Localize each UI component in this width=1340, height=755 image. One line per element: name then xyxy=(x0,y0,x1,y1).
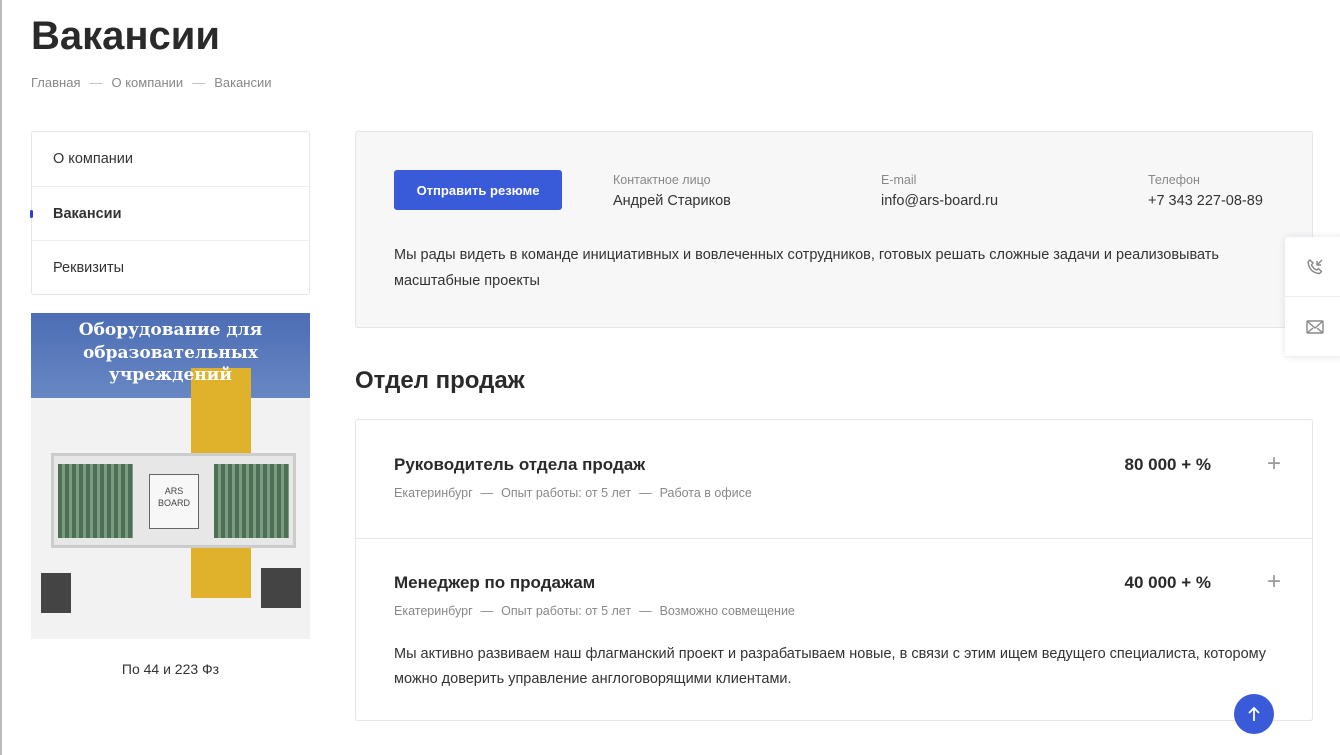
vacancy-item[interactable]: Менеджер по продажам 40 000 + % + Екатер… xyxy=(356,538,1312,720)
sidebar-item-requisites[interactable]: Реквизиты xyxy=(32,240,309,294)
contact-phone: Телефон +7 343 227-08-89 xyxy=(1148,173,1263,209)
breadcrumb-home[interactable]: Главная xyxy=(31,75,80,90)
window xyxy=(41,573,71,613)
phone-label: Телефон xyxy=(1148,173,1200,187)
board-logo: ARS BOARD xyxy=(149,474,199,529)
callback-phone-icon[interactable] xyxy=(1285,237,1340,297)
breadcrumb: Главная — О компании — Вакансии xyxy=(31,75,272,90)
sidebar-item-vacancies[interactable]: Вакансии xyxy=(30,186,309,240)
breadcrumb-current: Вакансии xyxy=(214,75,272,90)
vacancy-meta: Екатеринбург — Опыт работы: от 5 лет — Работ… xyxy=(394,486,752,500)
window xyxy=(261,568,301,608)
email-label: E-mail xyxy=(881,173,917,187)
banner-caption: По 44 и 223 Фз xyxy=(121,661,220,677)
sidebar-item-company[interactable]: О компании xyxy=(32,132,309,186)
contact-label: Контактное лицо xyxy=(613,173,711,187)
promo-banner[interactable]: Оборудование для образовательных учрежде… xyxy=(31,313,310,639)
sidebar-menu: О компании Вакансии Реквизиты xyxy=(30,131,310,295)
expand-plus-icon[interactable]: + xyxy=(1267,568,1281,596)
scroll-to-top-button[interactable] xyxy=(1234,694,1274,734)
email-link[interactable]: info@ars-board.ru xyxy=(881,193,998,209)
vacancy-meta: Екатеринбург — Опыт работы: от 5 лет — Возмо… xyxy=(394,604,795,618)
vacancy-title[interactable]: Руководитель отдела продаж xyxy=(394,455,645,475)
vacancy-title[interactable]: Менеджер по продажам xyxy=(394,573,595,593)
vacancy-item[interactable]: Руководитель отдела продаж 80 000 + % + … xyxy=(356,420,1312,539)
vacancy-salary: 40 000 + % xyxy=(1124,573,1212,592)
banner-title: Оборудование для образовательных учрежде… xyxy=(78,320,263,385)
breadcrumb-company[interactable]: О компании xyxy=(111,75,183,90)
intro-text: Мы рады видеть в команде инициативных и … xyxy=(394,247,1219,289)
arrow-up-icon xyxy=(1248,706,1260,721)
vacancy-list: Руководитель отдела продаж 80 000 + % + … xyxy=(355,419,1313,721)
vacancy-salary: 80 000 + % xyxy=(1124,455,1212,474)
phone-link[interactable]: +7 343 227-08-89 xyxy=(1148,193,1263,209)
window-edge xyxy=(0,0,2,755)
section-title: Отдел продаж xyxy=(355,367,525,394)
contact-value: Андрей Стариков xyxy=(613,193,731,209)
board-image: ARS BOARD xyxy=(51,453,296,548)
contact-email: E-mail info@ars-board.ru xyxy=(881,173,998,209)
vacancy-description: Мы активно развиваем наш флагманский про… xyxy=(394,646,1267,687)
expand-plus-icon[interactable]: + xyxy=(1267,450,1281,478)
contact-person: Контактное лицо Андрей Стариков xyxy=(613,173,731,209)
floating-contact-bar xyxy=(1285,237,1340,357)
page-title: Вакансии xyxy=(31,14,220,58)
contact-panel: Отправить резюме Контактное лицо Андрей … xyxy=(355,131,1313,328)
mail-icon[interactable] xyxy=(1285,297,1340,357)
send-resume-button[interactable]: Отправить резюме xyxy=(394,170,562,210)
